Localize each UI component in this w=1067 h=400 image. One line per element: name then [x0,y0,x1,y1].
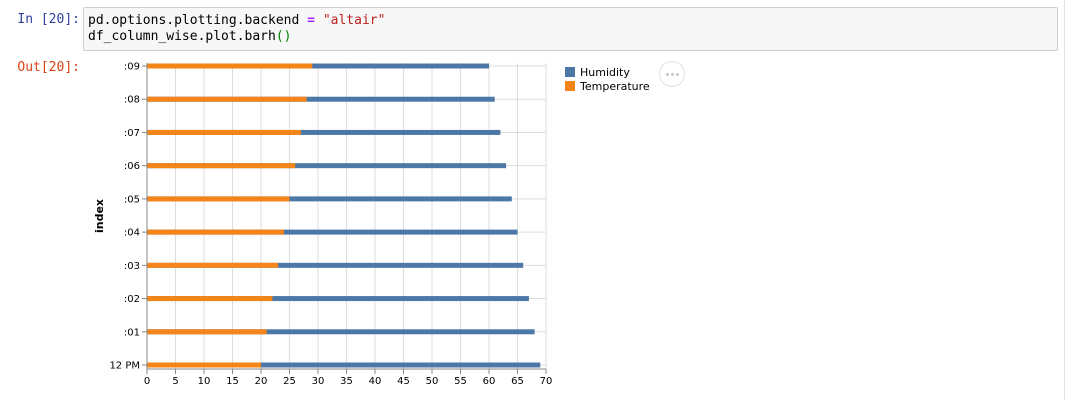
bar-temperature [147,329,267,335]
x-tick-label: 35 [340,376,353,387]
chart-legend: Humidity Temperature [565,65,650,93]
code-parens: () [275,29,292,44]
bar-temperature [147,296,273,302]
y-tick-label: :07 [124,128,140,139]
y-tick-label: :02 [124,294,140,305]
bar-temperature [147,63,313,69]
y-tick-label: :05 [124,194,140,205]
x-tick-label: 30 [312,376,325,387]
y-tick-label: :03 [124,261,140,272]
output-prompt: Out[20]: [17,60,80,75]
legend-swatch [565,81,575,91]
code-line-1: pd.options.plotting.backend = "altair" [88,13,385,28]
bar-temperature [147,96,307,102]
bar-temperature [147,196,290,202]
x-tick-label: 15 [226,376,239,387]
bar-temperature [147,163,296,169]
code-operator: = [307,13,315,28]
y-tick-label: :06 [124,161,140,172]
x-tick-label: 40 [369,376,382,387]
legend-item-temperature[interactable]: Temperature [565,79,650,93]
code-line-2: df_column_wise.plot.barh() [88,29,292,44]
legend-label: Humidity [580,65,630,79]
bar-temperature [147,262,279,268]
x-tick-label: 20 [255,376,268,387]
cell-border [1064,0,1065,400]
y-tick-label: :01 [124,327,140,338]
x-tick-label: 10 [198,376,211,387]
chart-actions-menu-button[interactable] [659,61,685,87]
x-tick-label: 45 [397,376,410,387]
bar-temperature [147,362,261,368]
code-string: "altair" [322,13,386,28]
code-text: pd.options.plotting.backend [88,13,308,28]
bar-temperature [147,129,301,135]
x-tick-label: 50 [426,376,439,387]
x-tick-label: 0 [144,376,150,387]
legend-label: Temperature [580,79,650,93]
input-prompt: In [20]: [17,12,80,27]
code-text: df_column_wise.plot.barh [88,29,276,44]
x-tick-label: 5 [172,376,178,387]
y-axis-title: index [93,199,106,233]
x-tick-label: 65 [511,376,524,387]
code-input-cell[interactable]: pd.options.plotting.backend = "altair" d… [83,7,1058,51]
y-tick-label: :09 [124,62,140,73]
y-tick-label: :08 [124,95,140,106]
x-tick-label: 55 [454,376,467,387]
ellipsis-icon [665,72,680,76]
x-tick-label: 70 [540,376,553,387]
barh-chart: 0 5 10 15 20 25 30 35 40 45 50 55 60 65 70 12 PM :01 :02:… [93,62,553,388]
legend-item-humidity[interactable]: Humidity [565,65,650,79]
legend-swatch [565,67,575,77]
bar-temperature [147,229,284,235]
x-tick-label: 25 [283,376,296,387]
y-tick-label: :04 [124,228,140,239]
x-tick-label: 60 [483,376,496,387]
y-tick-label: 12 PM [109,361,140,372]
